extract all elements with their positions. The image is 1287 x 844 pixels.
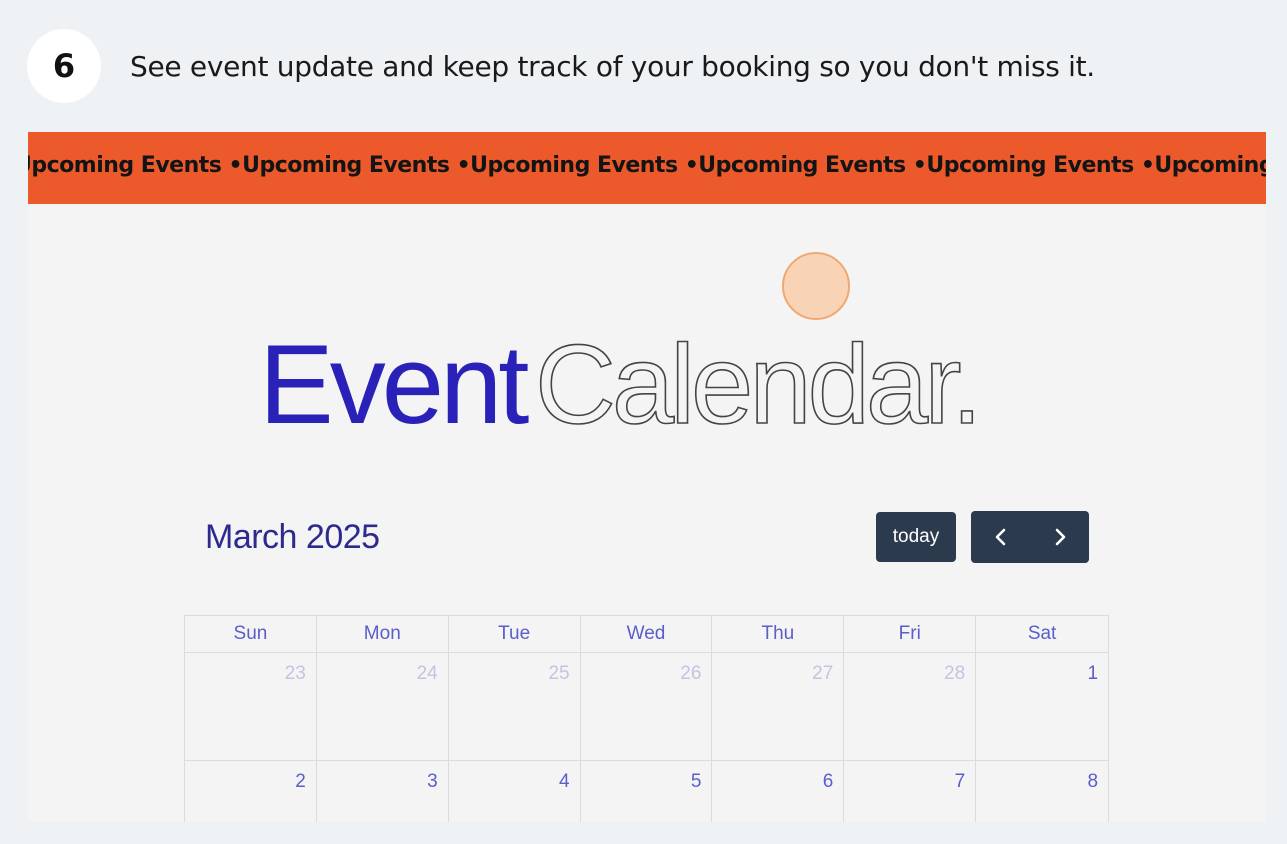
- day-number[interactable]: 26: [581, 653, 712, 685]
- screenshot-panel: Upcoming Events •Upcoming Events •Upcomi…: [28, 132, 1266, 822]
- day-number[interactable]: 4: [449, 761, 580, 793]
- chevron-right-icon: [1055, 528, 1065, 546]
- month-title: March 2025: [205, 518, 380, 556]
- weekday-header: Sat: [976, 616, 1110, 653]
- day-cell[interactable]: 24: [316, 653, 449, 761]
- day-cell[interactable]: 27: [712, 653, 845, 761]
- weekday-header: Fri: [844, 616, 977, 653]
- day-number[interactable]: 27: [712, 653, 843, 685]
- day-number[interactable]: 6: [712, 761, 843, 793]
- day-cell[interactable]: 25: [448, 653, 581, 761]
- day-cell[interactable]: 26: [580, 653, 713, 761]
- day-cell[interactable]: 8: [976, 761, 1110, 822]
- weekday-header: Thu: [712, 616, 845, 653]
- step-instruction: See event update and keep track of your …: [130, 50, 1095, 83]
- chevron-left-icon: [995, 528, 1005, 546]
- next-month-button[interactable]: [1030, 511, 1089, 563]
- day-number[interactable]: 25: [449, 653, 580, 685]
- heading-word-calendar: Calendar.: [535, 328, 978, 438]
- day-cell[interactable]: 1: [976, 653, 1110, 761]
- day-cell[interactable]: 28: [844, 653, 977, 761]
- event-calendar-heading: Event Calendar.: [259, 328, 983, 438]
- day-cell[interactable]: 4: [449, 761, 581, 822]
- day-number[interactable]: 28: [844, 653, 975, 685]
- day-number[interactable]: 24: [317, 653, 448, 685]
- day-cell[interactable]: 3: [317, 761, 449, 822]
- weekday-header: Mon: [316, 616, 449, 653]
- day-cell[interactable]: 2: [185, 761, 317, 822]
- calendar-week-row: 23 24 25 26 27 28 1: [185, 653, 1110, 761]
- day-number[interactable]: 3: [317, 761, 448, 793]
- month-nav-group: [971, 511, 1089, 563]
- day-number[interactable]: 5: [581, 761, 712, 793]
- heading-word-event: Event: [259, 328, 529, 438]
- day-number[interactable]: 1: [976, 653, 1108, 685]
- day-number[interactable]: 2: [185, 761, 316, 793]
- weekday-header-row: Sun Mon Tue Wed Thu Fri Sat: [185, 616, 1110, 653]
- day-number[interactable]: 23: [185, 653, 316, 685]
- click-indicator: [782, 252, 850, 320]
- day-cell[interactable]: 6: [712, 761, 845, 822]
- day-cell[interactable]: 23: [185, 653, 317, 761]
- marquee-text: Upcoming Events •Upcoming Events •Upcomi…: [28, 153, 1266, 178]
- calendar-week-row: 2 3 4 5 6 7 8: [185, 761, 1110, 822]
- day-cell[interactable]: 7: [844, 761, 977, 822]
- day-number[interactable]: 8: [976, 761, 1108, 793]
- today-button[interactable]: today: [876, 512, 956, 562]
- weekday-header: Tue: [448, 616, 581, 653]
- prev-month-button[interactable]: [971, 511, 1030, 563]
- weekday-header: Sun: [185, 616, 317, 653]
- day-number[interactable]: 7: [844, 761, 975, 793]
- step-number-badge: 6: [27, 29, 101, 103]
- day-cell[interactable]: 5: [581, 761, 713, 822]
- month-calendar-grid: Sun Mon Tue Wed Thu Fri Sat 23 24 25 26 …: [184, 615, 1110, 822]
- weekday-header: Wed: [580, 616, 713, 653]
- upcoming-events-marquee: Upcoming Events •Upcoming Events •Upcomi…: [28, 132, 1266, 204]
